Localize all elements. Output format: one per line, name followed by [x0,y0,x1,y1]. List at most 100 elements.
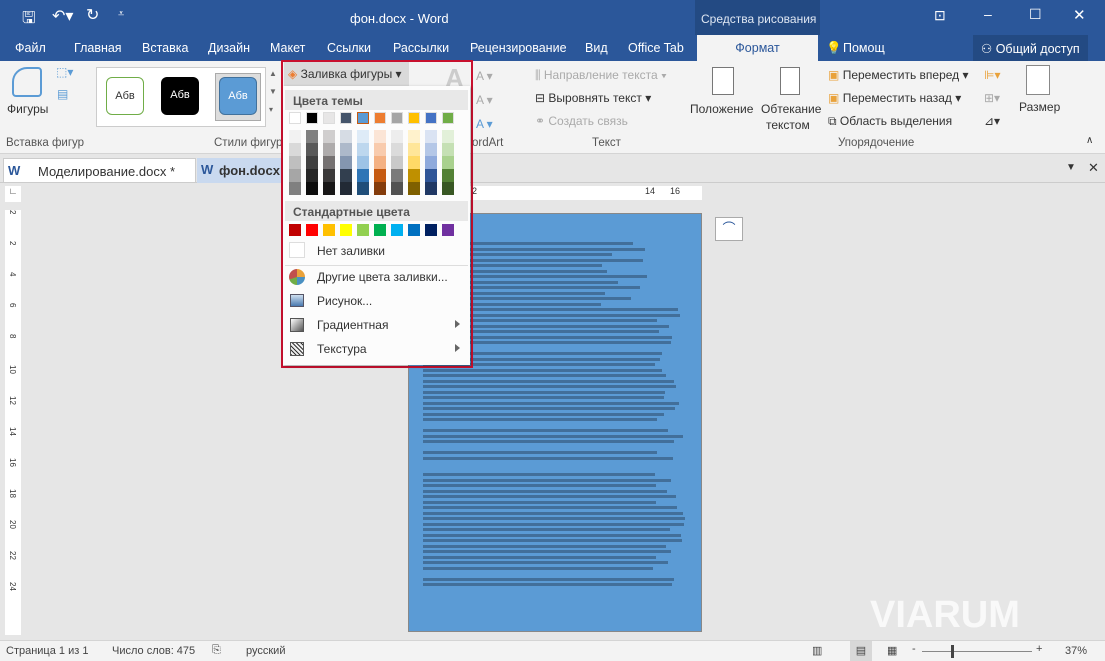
close-button[interactable]: ✕ [1073,6,1086,24]
theme-shade-swatch[interactable] [374,130,386,143]
tab-format[interactable]: Формат [697,35,818,61]
theme-color-swatch[interactable] [340,112,352,124]
undo-icon[interactable]: ↶▾ [52,6,73,26]
theme-shade-swatch[interactable] [425,156,437,169]
create-link-button[interactable]: ⚭ Создать связь [535,114,628,128]
theme-shade-swatch[interactable] [425,182,437,195]
theme-shade-swatch[interactable] [357,130,369,143]
theme-shade-swatch[interactable] [391,143,403,156]
theme-shade-swatch[interactable] [289,143,301,156]
theme-shade-swatch[interactable] [306,156,318,169]
theme-shade-swatch[interactable] [442,156,454,169]
theme-shade-swatch[interactable] [306,169,318,182]
collapse-ribbon-icon[interactable]: ∧ [1086,135,1093,146]
standard-color-swatch[interactable] [323,224,335,236]
standard-color-swatch[interactable] [374,224,386,236]
theme-shade-swatch[interactable] [374,143,386,156]
theme-shade-swatch[interactable] [340,143,352,156]
tab-references[interactable]: Ссылки [327,41,371,55]
align-icon[interactable]: ⊫▾ [984,68,1000,82]
theme-shade-swatch[interactable] [289,130,301,143]
theme-color-swatch[interactable] [442,112,454,124]
theme-color-swatch[interactable] [391,112,403,124]
theme-color-swatch[interactable] [408,112,420,124]
theme-shade-swatch[interactable] [408,143,420,156]
theme-shade-swatch[interactable] [340,156,352,169]
standard-color-swatch[interactable] [306,224,318,236]
theme-shade-swatch[interactable] [306,182,318,195]
zoom-out-button[interactable]: - [912,643,916,655]
theme-shade-swatch[interactable] [408,130,420,143]
theme-shade-swatch[interactable] [323,169,335,182]
vertical-ruler[interactable]: 2 2 4 6 8 10 12 14 16 18 20 22 24 [5,210,21,635]
theme-shade-swatch[interactable] [442,143,454,156]
redo-icon[interactable]: ↻ [86,5,99,25]
standard-color-swatch[interactable] [425,224,437,236]
tab-view[interactable]: Вид [585,41,608,55]
gradient-item[interactable]: Градиентная [283,313,470,337]
tab-layout[interactable]: Макет [270,41,305,55]
tab-list-button[interactable]: ▼ [1066,162,1076,173]
theme-shade-swatch[interactable] [391,182,403,195]
print-layout-icon[interactable]: ▤ [850,641,872,661]
no-fill-item[interactable]: Нет заливки [283,239,470,263]
theme-shade-swatch[interactable] [289,169,301,182]
theme-color-swatch[interactable] [357,112,369,124]
size-button[interactable]: Размер [1019,100,1060,114]
theme-color-swatch[interactable] [306,112,318,124]
zoom-level[interactable]: 37% [1065,645,1087,657]
close-tab-button[interactable]: ✕ [1088,160,1099,176]
edit-shape-icon[interactable]: ⬚▾ [56,65,73,79]
shapes-button[interactable]: Фигуры [7,102,48,116]
group-icon[interactable]: ⊞▾ [984,91,1000,105]
style-outline[interactable]: Абв [106,77,144,115]
minimize-button[interactable]: – [984,6,992,22]
bring-forward-button[interactable]: ▣ Переместить вперед ▾ [828,68,969,82]
tab-home[interactable]: Главная [74,41,122,55]
tab-file[interactable]: Файл [15,41,46,55]
theme-shade-swatch[interactable] [323,182,335,195]
share-button[interactable]: ⚇ Общий доступ [973,35,1088,61]
picture-item[interactable]: Рисунок... [283,289,470,313]
standard-color-swatch[interactable] [442,224,454,236]
theme-shade-swatch[interactable] [357,143,369,156]
read-mode-icon[interactable]: ▥ [812,644,822,657]
standard-color-swatch[interactable] [391,224,403,236]
save-icon[interactable]: 🖫 [22,7,36,34]
theme-shade-swatch[interactable] [289,182,301,195]
theme-shade-swatch[interactable] [425,130,437,143]
theme-shade-swatch[interactable] [425,169,437,182]
theme-shade-swatch[interactable] [289,156,301,169]
wrap-text-button[interactable]: Обтекание [761,102,821,116]
text-direction-button[interactable]: ⫼ Направление текста ▾ [535,68,667,83]
theme-shade-swatch[interactable] [374,169,386,182]
theme-shade-swatch[interactable] [340,130,352,143]
tab-selector[interactable]: ∟ [5,186,21,202]
theme-shade-swatch[interactable] [408,156,420,169]
customize-toolbar-icon[interactable]: ⩡ [118,8,124,21]
selection-pane-button[interactable]: ⧉ Область выделения [828,114,952,129]
tab-insert[interactable]: Вставка [142,41,188,55]
theme-shade-swatch[interactable] [374,156,386,169]
style-blue[interactable]: Абв [219,77,257,115]
ribbon-options-icon[interactable]: ⊡ [934,7,946,24]
theme-color-swatch[interactable] [374,112,386,124]
position-button[interactable]: Положение [690,102,753,116]
theme-shade-swatch[interactable] [408,182,420,195]
theme-shade-swatch[interactable] [340,182,352,195]
standard-color-swatch[interactable] [289,224,301,236]
proofing-icon[interactable]: ⎘ [212,644,221,657]
doc-tab-fon[interactable]: W фон.docx [197,158,287,183]
standard-color-swatch[interactable] [357,224,369,236]
theme-shade-swatch[interactable] [323,156,335,169]
layout-options-icon[interactable]: ⌒ [715,217,743,241]
align-text-button[interactable]: ⊟ Выровнять текст ▾ [535,91,651,105]
gallery-scroll[interactable]: ▲ ▼ ▾ [269,69,277,114]
zoom-in-button[interactable]: + [1036,643,1042,655]
theme-shade-swatch[interactable] [391,169,403,182]
texture-item[interactable]: Текстура [283,337,470,361]
theme-color-swatch[interactable] [289,112,301,124]
theme-shade-swatch[interactable] [306,143,318,156]
language[interactable]: русский [246,645,285,657]
theme-shade-swatch[interactable] [442,130,454,143]
